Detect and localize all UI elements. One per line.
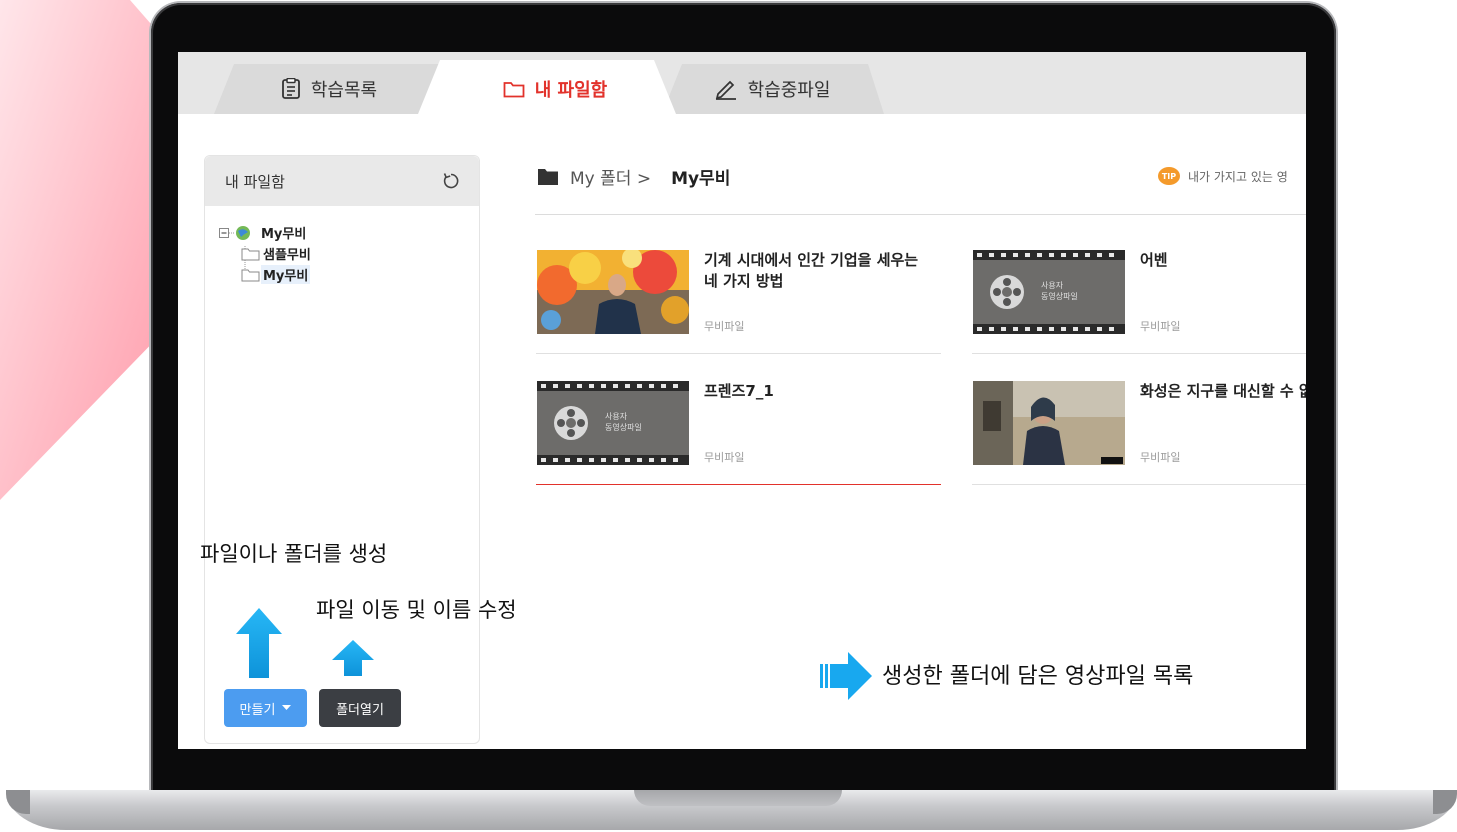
tab-study-list[interactable]: 학습목록 (214, 64, 444, 114)
arrow-up-small-icon (332, 640, 374, 676)
pencil-icon (714, 78, 738, 100)
card-divider (536, 353, 941, 354)
make-button[interactable]: 만들기 (224, 689, 307, 727)
laptop-edge-right (1433, 790, 1457, 814)
video-thumbnail (537, 250, 689, 334)
tree-item-mymovie[interactable]: My무비 (219, 264, 313, 285)
video-thumbnail (973, 381, 1125, 465)
caret-down-icon (282, 705, 292, 710)
arrow-up-large-icon (236, 608, 282, 678)
header-divider (535, 214, 1306, 215)
open-folder-button[interactable]: 폴더열기 (319, 689, 401, 727)
video-thumbnail: 사용자 동영상파일 (973, 250, 1125, 334)
folder-tree: My무비 샘플무비 My무비 (219, 222, 313, 285)
breadcrumb-current: My무비 (671, 169, 731, 189)
breadcrumb-parent[interactable]: My 폴더 > (570, 164, 651, 189)
card-divider-active (536, 484, 941, 485)
tab-label: 내 파일함 (534, 80, 608, 101)
app-screen: 학습목록 내 파일함 학습중파일 내 파일함 My무비 샘플무비 My무비 만들… (178, 52, 1306, 749)
arrow-right-icon (820, 652, 872, 700)
laptop-notch (634, 790, 842, 806)
file-title: 프렌즈7_1 (704, 382, 774, 400)
tip-icon: TIP (1158, 167, 1180, 185)
tab-my-files[interactable]: 내 파일함 (440, 64, 670, 114)
panel-header: 내 파일함 (205, 156, 479, 206)
placeholder-label: 사용자 (605, 412, 628, 421)
folder-icon (503, 80, 525, 98)
annotation-move: 파일 이동 및 이름 수정 (316, 598, 517, 622)
tip-banner: TIP 내가 가지고 있는 영 (1158, 167, 1288, 185)
tree-item-sample[interactable]: 샘플무비 (219, 243, 313, 264)
tab-bar: 학습목록 내 파일함 학습중파일 (178, 52, 1306, 114)
tree-root-label: My무비 (261, 227, 307, 242)
placeholder-label: 사용자 (1041, 281, 1064, 290)
card-divider (972, 484, 1306, 485)
placeholder-label: 동영상파일 (605, 423, 642, 432)
document-icon (281, 78, 301, 100)
file-card[interactable]: 화성은 지구를 대신할 수 없습니다 무비파일 (972, 359, 1306, 485)
file-title: 어벤 (1140, 251, 1168, 269)
video-thumbnail: 사용자 동영상파일 (537, 381, 689, 465)
tree-collapse-icon[interactable] (219, 225, 259, 241)
file-type: 무비파일 (704, 320, 745, 333)
file-type: 무비파일 (1140, 320, 1181, 333)
file-type: 무비파일 (1140, 451, 1181, 464)
panel-title: 내 파일함 (225, 172, 285, 191)
folder-icon (241, 248, 260, 260)
breadcrumb: My 폴더 > My무비 (538, 164, 730, 189)
file-type: 무비파일 (704, 451, 745, 464)
file-card[interactable]: 기계 시대에서 인간 기업을 세우는 네 가지 방법 무비파일 (536, 228, 941, 354)
tree-item-label: My무비 (261, 265, 311, 284)
card-divider (972, 353, 1306, 354)
tab-in-progress[interactable]: 학습중파일 (662, 64, 882, 114)
tab-label: 학습목록 (310, 80, 378, 101)
file-title: 화성은 지구를 대신할 수 없습니다 (1140, 382, 1306, 400)
folder-icon (241, 269, 260, 281)
tree-root[interactable]: My무비 (219, 222, 313, 243)
open-folder-label: 폴더열기 (336, 702, 384, 718)
file-title: 기계 시대에서 인간 기업을 세우는 네 가지 방법 (704, 251, 919, 290)
tab-label: 학습중파일 (747, 80, 831, 101)
annotation-list: 생성한 폴더에 담은 영상파일 목록 (882, 664, 1194, 689)
refresh-icon[interactable] (441, 171, 461, 191)
placeholder-label: 동영상파일 (1041, 292, 1078, 301)
annotation-create: 파일이나 폴더를 생성 (200, 542, 388, 566)
tip-text: 내가 가지고 있는 영 (1188, 169, 1288, 184)
folder-filled-icon (538, 169, 558, 185)
laptop-base (6, 790, 1457, 830)
make-button-label: 만들기 (239, 702, 276, 718)
file-card[interactable]: 사용자 동영상파일 어벤 무비파일 (972, 228, 1306, 354)
tree-item-label: 샘플무비 (263, 248, 311, 263)
file-card[interactable]: 사용자 동영상파일 프렌즈7_1 무비파일 (536, 359, 941, 485)
